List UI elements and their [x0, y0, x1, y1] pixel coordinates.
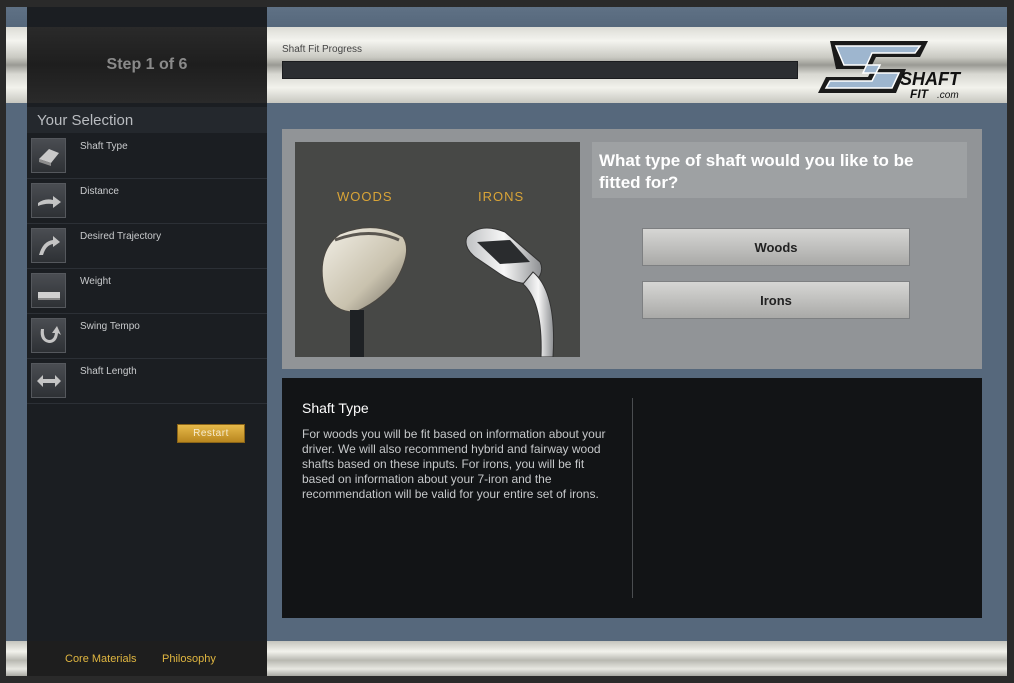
step-indicator: Step 1 of 6 [27, 27, 267, 103]
sidebar-item-label: Distance [80, 186, 119, 197]
sidebar-item-trajectory[interactable]: Desired Trajectory [27, 224, 267, 269]
swing-tempo-icon [31, 318, 66, 353]
selection-title: Your Selection [37, 112, 134, 129]
sidebar: Step 1 of 6 Your Selection Shaft Type Di… [27, 7, 267, 676]
sidebar-footer: Core Materials Philosophy [27, 641, 267, 676]
sidebar-item-distance[interactable]: Distance [27, 179, 267, 224]
logo-word-fit: FIT [910, 87, 930, 101]
info-body: For woods you will be fit based on infor… [302, 427, 606, 501]
club-image: WOODS IRONS [295, 142, 580, 357]
sidebar-item-weight[interactable]: Weight [27, 269, 267, 314]
weight-icon [31, 273, 66, 308]
info-divider [632, 398, 633, 598]
distance-icon [31, 183, 66, 218]
sidebar-item-shaft-type[interactable]: Shaft Type [27, 134, 267, 179]
selection-header: Your Selection [27, 107, 267, 133]
shaftfit-logo[interactable]: SHAFT FIT .com [816, 35, 986, 101]
info-title: Shaft Type [302, 400, 369, 416]
progress-bar [282, 61, 798, 79]
core-materials-link[interactable]: Core Materials [65, 653, 137, 665]
restart-button[interactable]: Restart [177, 424, 245, 443]
sidebar-item-swing-tempo[interactable]: Swing Tempo [27, 314, 267, 359]
irons-button[interactable]: Irons [642, 281, 910, 319]
sidebar-item-label: Desired Trajectory [80, 231, 162, 242]
shaft-type-icon [31, 138, 66, 173]
sidebar-item-label: Weight [80, 276, 111, 287]
step-label: Step 1 of 6 [106, 56, 188, 73]
app-frame: Step 1 of 6 Your Selection Shaft Type Di… [6, 7, 1007, 676]
philosophy-link[interactable]: Philosophy [162, 653, 216, 665]
sidebar-item-label: Shaft Type [80, 141, 128, 152]
logo-suffix: .com [937, 90, 959, 101]
sidebar-item-label: Swing Tempo [80, 321, 140, 332]
golf-clubs-illustration [321, 227, 555, 357]
question-text: What type of shaft would you like to be … [599, 151, 914, 192]
progress-label: Shaft Fit Progress [282, 44, 363, 55]
shaft-length-icon [31, 363, 66, 398]
question-box: What type of shaft would you like to be … [592, 142, 967, 198]
woods-button[interactable]: Woods [642, 228, 910, 266]
sidebar-item-label: Shaft Length [80, 366, 137, 377]
info-panel: Shaft Type For woods you will be fit bas… [282, 378, 982, 618]
logo-word-shaft: SHAFT [900, 69, 962, 89]
trajectory-icon [31, 228, 66, 263]
question-panel: WOODS IRONS What type of shaft would you… [282, 129, 982, 369]
sidebar-item-shaft-length[interactable]: Shaft Length [27, 359, 267, 404]
